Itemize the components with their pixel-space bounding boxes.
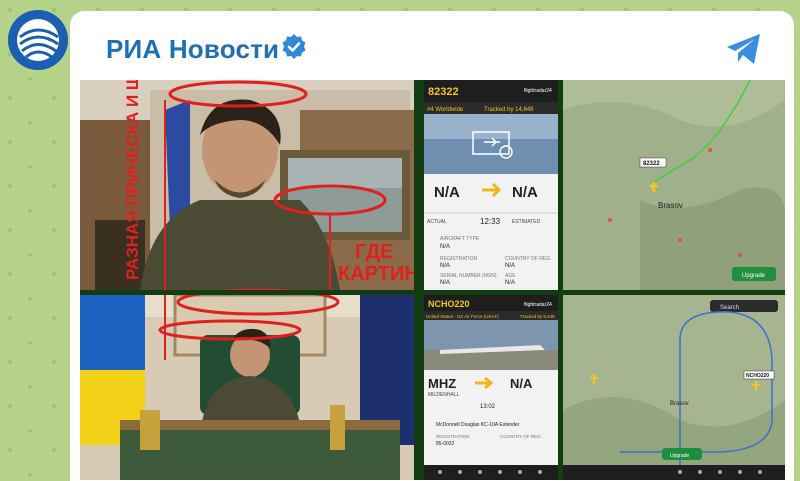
flight1-estimated-label: ESTIMATED: [512, 219, 541, 225]
verified-badge-icon: [282, 34, 306, 59]
flight1-destination: N/A: [512, 184, 538, 201]
flight1-reg: N/A: [440, 263, 450, 269]
flight1-brand: flightradar24: [524, 88, 552, 94]
flight-map-top: 82322 Brasov Upgrade: [563, 80, 785, 290]
flight2-destination: N/A: [510, 376, 533, 391]
flight2-country-label: COUNTRY OF REG.: [500, 434, 542, 439]
map2-search: Search: [720, 305, 739, 311]
flight1-serial-label: SERIAL NUMBER (MSN): [440, 273, 497, 279]
flight1-aircraft-label: AIRCRAFT TYPE: [440, 236, 480, 242]
flight1-rank: #4 Worldwide: [427, 107, 464, 113]
flight-map-bottom: Search NCHO220 Brasov Upgrade: [563, 295, 785, 480]
flight2-tracked: Tracked by 9,448: [520, 314, 555, 319]
flight2-origin-name: MILDENHALL: [428, 392, 460, 398]
map2-upgrade: Upgrade: [670, 453, 689, 459]
flight1-reg-label: REGISTRATION: [440, 256, 478, 262]
news-photo-collage[interactable]: РАЗНАЯ ПРИЧЕСКА И ЩЕТИНА ГДЕ КАРТИНА? 82…: [80, 80, 785, 480]
flight1-aircraft: N/A: [440, 244, 450, 250]
flight1-serial: N/A: [440, 280, 450, 286]
flight1-country: N/A: [505, 263, 515, 269]
flight2-time: 13:02: [480, 404, 496, 410]
flight1-age: N/A: [505, 280, 515, 286]
channel-name[interactable]: РИА Новости: [106, 34, 279, 65]
annotation-where-painting-1: ГДЕ: [355, 241, 393, 263]
flight1-actual-label: ACTUAL: [427, 219, 447, 225]
flight2-origin: MHZ: [428, 376, 456, 391]
flight2-reg: 85-0032: [436, 441, 455, 447]
flight1-country-label: COUNTRY OF REG.: [505, 256, 552, 262]
flight1-origin: N/A: [434, 184, 460, 201]
map1-city: Brasov: [658, 201, 683, 210]
flight1-age-label: AGE: [505, 273, 516, 279]
map1-flight-label: 82322: [643, 161, 660, 167]
flight1-number: 82322: [428, 86, 459, 98]
flight2-brand: flightradar24: [524, 302, 552, 308]
flight1-tracked: Tracked by 14,648: [484, 107, 534, 113]
flight2-reg-label: REGISTRATION: [436, 434, 469, 439]
map1-upgrade: Upgrade: [742, 273, 766, 279]
channel-avatar[interactable]: [8, 10, 68, 70]
telegram-share-icon[interactable]: [724, 31, 764, 67]
channel-post-card: РИА Новости РАЗНАЯ ПРИЧЕСКА И ЩЕТИНА ГДЕ…: [70, 11, 794, 481]
map2-city: Brasov: [670, 401, 689, 407]
flight2-operator: United States - US Air Force (USAF): [426, 314, 499, 319]
flight2-aircraft: McDonnell Douglas KC-10A Extender: [436, 422, 520, 428]
flight-info-panel-bottom: NCHO220 flightradar24 United States - US…: [424, 295, 558, 480]
ria-logo-icon: [8, 10, 68, 70]
annotation-hair-beard: РАЗНАЯ ПРИЧЕСКА И ЩЕТИНА: [123, 80, 142, 280]
flight1-time: 12:33: [480, 217, 501, 226]
map2-flight-label: NCHO220: [746, 373, 769, 379]
flight2-number: NCHO220: [428, 299, 470, 309]
flight-info-panel-top: 82322 flightradar24 #4 Worldwide Tracked…: [424, 80, 558, 290]
